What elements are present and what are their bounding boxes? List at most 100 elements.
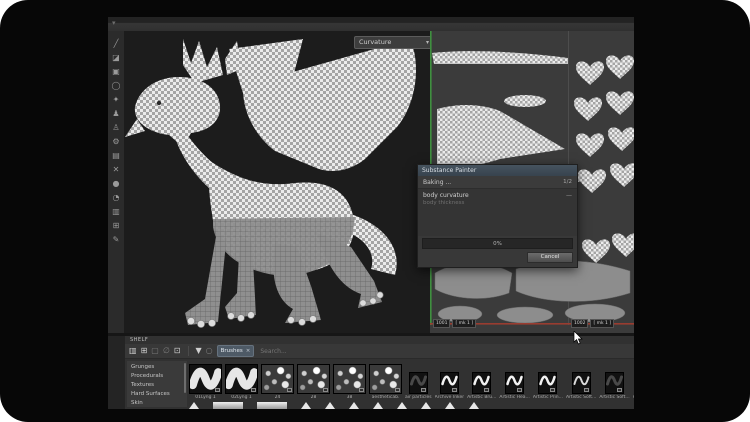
baking-status-text: Baking ...	[423, 179, 451, 186]
thumbnail-label: 02Lyng 1	[231, 395, 252, 400]
chevron-down-icon: ▾	[426, 37, 429, 48]
cancel-button[interactable]: Cancel	[527, 252, 573, 263]
layers-tool-icon[interactable]: ▥	[110, 205, 123, 218]
main-toolbar: ▾	[108, 17, 634, 31]
shelf-thumbnail[interactable]: Artistic Bru...	[467, 372, 496, 400]
projection-tool-icon[interactable]: ▣	[110, 65, 123, 78]
new-shelf-icon[interactable]: ⊞	[141, 345, 148, 357]
shelf-thumbnail[interactable]: 28	[297, 364, 330, 400]
brush-type-badge-icon	[617, 388, 622, 392]
shelf-thumbnail[interactable]: Artistic Soft...	[566, 372, 596, 400]
thumbnail-label: air particles	[405, 395, 432, 400]
filter-chip-label: Brushes	[221, 347, 243, 355]
dialog-body: body curvature body thickness —	[418, 189, 577, 236]
shelf-thumbnail[interactable]: Artistic Hea...	[499, 372, 529, 400]
folder-icon[interactable]: ▥	[129, 345, 137, 357]
video-frame: ▾ ╱◪▣◯✦♟♙⚙▤✕●◔▥⊞✎	[0, 0, 750, 422]
thumbnail-label: 01Lyng 1	[195, 395, 216, 400]
collapse-icon[interactable]: —	[566, 192, 572, 199]
thumbnail-label: Artistic Hea...	[499, 395, 529, 400]
shelf-panel: SHELF ▥ ⊞▢ ∅ ⊡ ▼ ○ Brushes × GrungesProcedura…	[125, 336, 634, 409]
link-icon[interactable]: ▢	[151, 345, 159, 357]
add-resource-tool-icon[interactable]: ⊞	[110, 219, 123, 232]
category-skin[interactable]: Skin	[131, 399, 187, 408]
thumbnail-label: 38	[347, 395, 353, 400]
thumbnail-label: Artistic Prin...	[533, 395, 563, 400]
category-grunges[interactable]: Grunges	[131, 363, 187, 372]
brush-type-badge-icon	[359, 388, 364, 392]
baking-counter: 1/2	[563, 179, 572, 185]
refresh-circle-icon[interactable]: ○	[206, 345, 213, 357]
screenshot-stage: ▾ ╱◪▣◯✦♟♙⚙▤✕●◔▥⊞✎	[0, 0, 750, 422]
thumbnail-label: Artistic Soft...	[566, 395, 596, 400]
mouse-cursor	[573, 331, 583, 345]
shelf-thumbnail[interactable]: 24	[261, 364, 294, 400]
category-procedurals[interactable]: Procedurals	[131, 372, 187, 381]
shelf-thumbnail[interactable]: aestheticab.	[369, 364, 402, 400]
delete-tool-icon[interactable]: ✕	[110, 163, 123, 176]
toolbar-handle-icon: ▾	[112, 19, 116, 27]
viewport-3d[interactable]: Curvature ▾	[125, 31, 430, 333]
pen-tool-icon[interactable]: ✎	[110, 233, 123, 246]
shelf-thumbnail[interactable]: 02Lyng 1	[225, 364, 258, 400]
dialog-title[interactable]: Substance Painter	[418, 165, 577, 176]
udim-tag: [ mk 1 ]	[590, 319, 614, 328]
history-tool-icon[interactable]: ◔	[110, 191, 123, 204]
brush-type-badge-icon	[287, 388, 292, 392]
paint-tool-icon[interactable]: ╱	[110, 37, 123, 50]
dot-tool-icon[interactable]: ●	[110, 177, 123, 190]
partially-visible-thumbnails	[189, 402, 634, 409]
filter-icon[interactable]: ▼	[196, 345, 202, 357]
eraser-tool-icon[interactable]: ◪	[110, 51, 123, 64]
particles-tool-icon[interactable]: ⚙	[110, 135, 123, 148]
filter-chip-brushes[interactable]: Brushes ×	[217, 345, 255, 357]
channel-dropdown[interactable]: Curvature ▾	[354, 36, 430, 49]
dragon-model	[125, 31, 430, 333]
thumbnail-label: Archive Inker	[435, 395, 465, 400]
brush-type-badge-icon	[323, 388, 328, 392]
category-hard-surfaces[interactable]: Hard Surfaces	[131, 390, 187, 399]
brush-type-badge-icon	[517, 388, 522, 392]
substance-painter-window: ▾ ╱◪▣◯✦♟♙⚙▤✕●◔▥⊞✎	[108, 17, 634, 409]
image-tool-icon[interactable]: ▤	[110, 149, 123, 162]
shelf-thumbnails: 01Lyng 1 02Lyng 1 24 28 38 aestheticab.air pa…	[189, 360, 634, 400]
shelf-panel-title: SHELF	[130, 337, 148, 343]
shelf-toolbar: ▥ ⊞▢ ∅ ⊡ ▼ ○ Brushes ×	[125, 344, 634, 359]
material-picker-tool-icon[interactable]: ♙	[110, 121, 123, 134]
brush-type-badge-icon	[395, 388, 400, 392]
shelf-category-list: GrungesProceduralsTexturesHard SurfacesS…	[127, 361, 187, 407]
channel-dropdown-value: Curvature	[359, 37, 391, 48]
shelf-thumbnail[interactable]: 01Lyng 1	[189, 364, 222, 400]
shelf-thumbnail[interactable]: Archive Inker	[435, 372, 465, 400]
category-scrollbar[interactable]	[184, 363, 186, 393]
thumbnail-label: 24	[275, 395, 281, 400]
clone-tool-icon[interactable]: ♟	[110, 107, 123, 120]
shelf-thumbnail[interactable]: Artistic Soft...	[599, 372, 629, 400]
brush-type-badge-icon	[584, 388, 589, 392]
shelf-thumbnail[interactable]: air particles	[405, 372, 432, 400]
brush-type-badge-icon	[452, 388, 457, 392]
brush-type-badge-icon	[251, 388, 256, 392]
polygon-fill-tool-icon[interactable]: ◯	[110, 79, 123, 92]
thumbnail-label: Artistic Soft...	[599, 395, 629, 400]
shelf-thumbnail[interactable]: 38	[333, 364, 366, 400]
thumbnail-label: 28	[311, 395, 317, 400]
brush-type-badge-icon	[215, 388, 220, 392]
udim-label-1001: 1001 [ mk 1 ]	[433, 319, 476, 328]
category-textures[interactable]: Textures	[131, 381, 187, 390]
brush-type-badge-icon	[421, 388, 426, 392]
chip-close-icon[interactable]: ×	[246, 347, 251, 355]
dialog-status-row: Baking ... 1/2	[418, 176, 577, 189]
sidebar-footer	[108, 336, 125, 409]
shelf-thumbnail[interactable]: Artistic Soft...	[633, 372, 634, 400]
udim-id: 1002	[571, 319, 588, 328]
search-input[interactable]	[258, 347, 348, 356]
hide-icon[interactable]: ∅	[163, 345, 170, 357]
import-resources-icon[interactable]: ⊡	[174, 345, 181, 357]
shelf-thumbnail[interactable]: Artistic Prin...	[533, 372, 563, 400]
udim-tag: [ mk 1 ]	[452, 319, 476, 328]
progress-percent: 0%	[423, 239, 572, 248]
brush-type-badge-icon	[550, 388, 555, 392]
smudge-tool-icon[interactable]: ✦	[110, 93, 123, 106]
dialog-footer: Cancel	[418, 249, 577, 263]
